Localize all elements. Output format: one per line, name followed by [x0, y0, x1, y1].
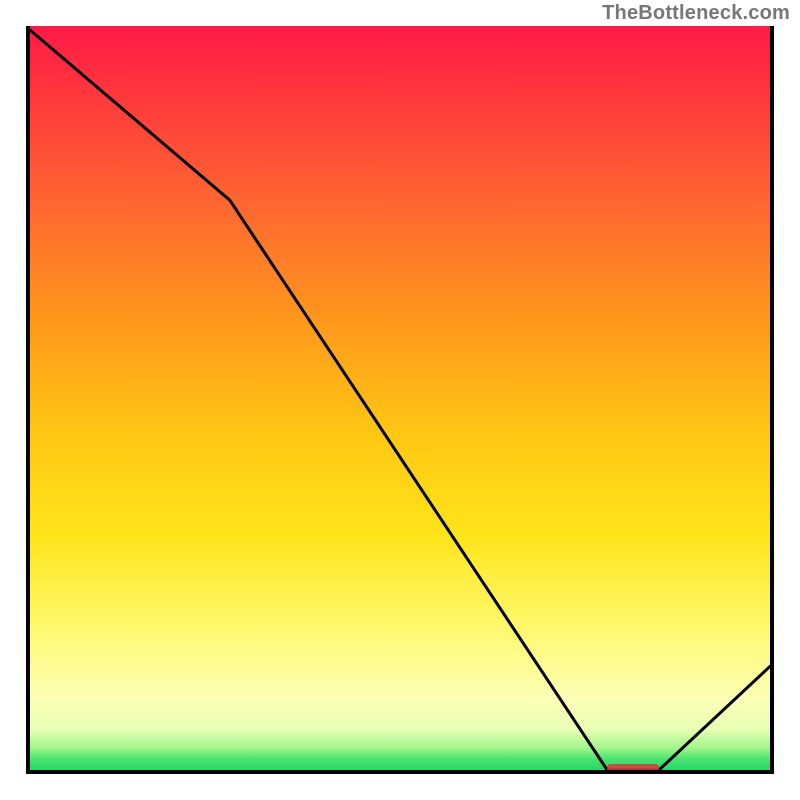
bottleneck-line-chart — [26, 26, 774, 774]
chart-line — [30, 30, 770, 770]
minimum-marker — [607, 764, 659, 772]
chart-area — [26, 26, 774, 774]
watermark-text: TheBottleneck.com — [602, 2, 790, 25]
